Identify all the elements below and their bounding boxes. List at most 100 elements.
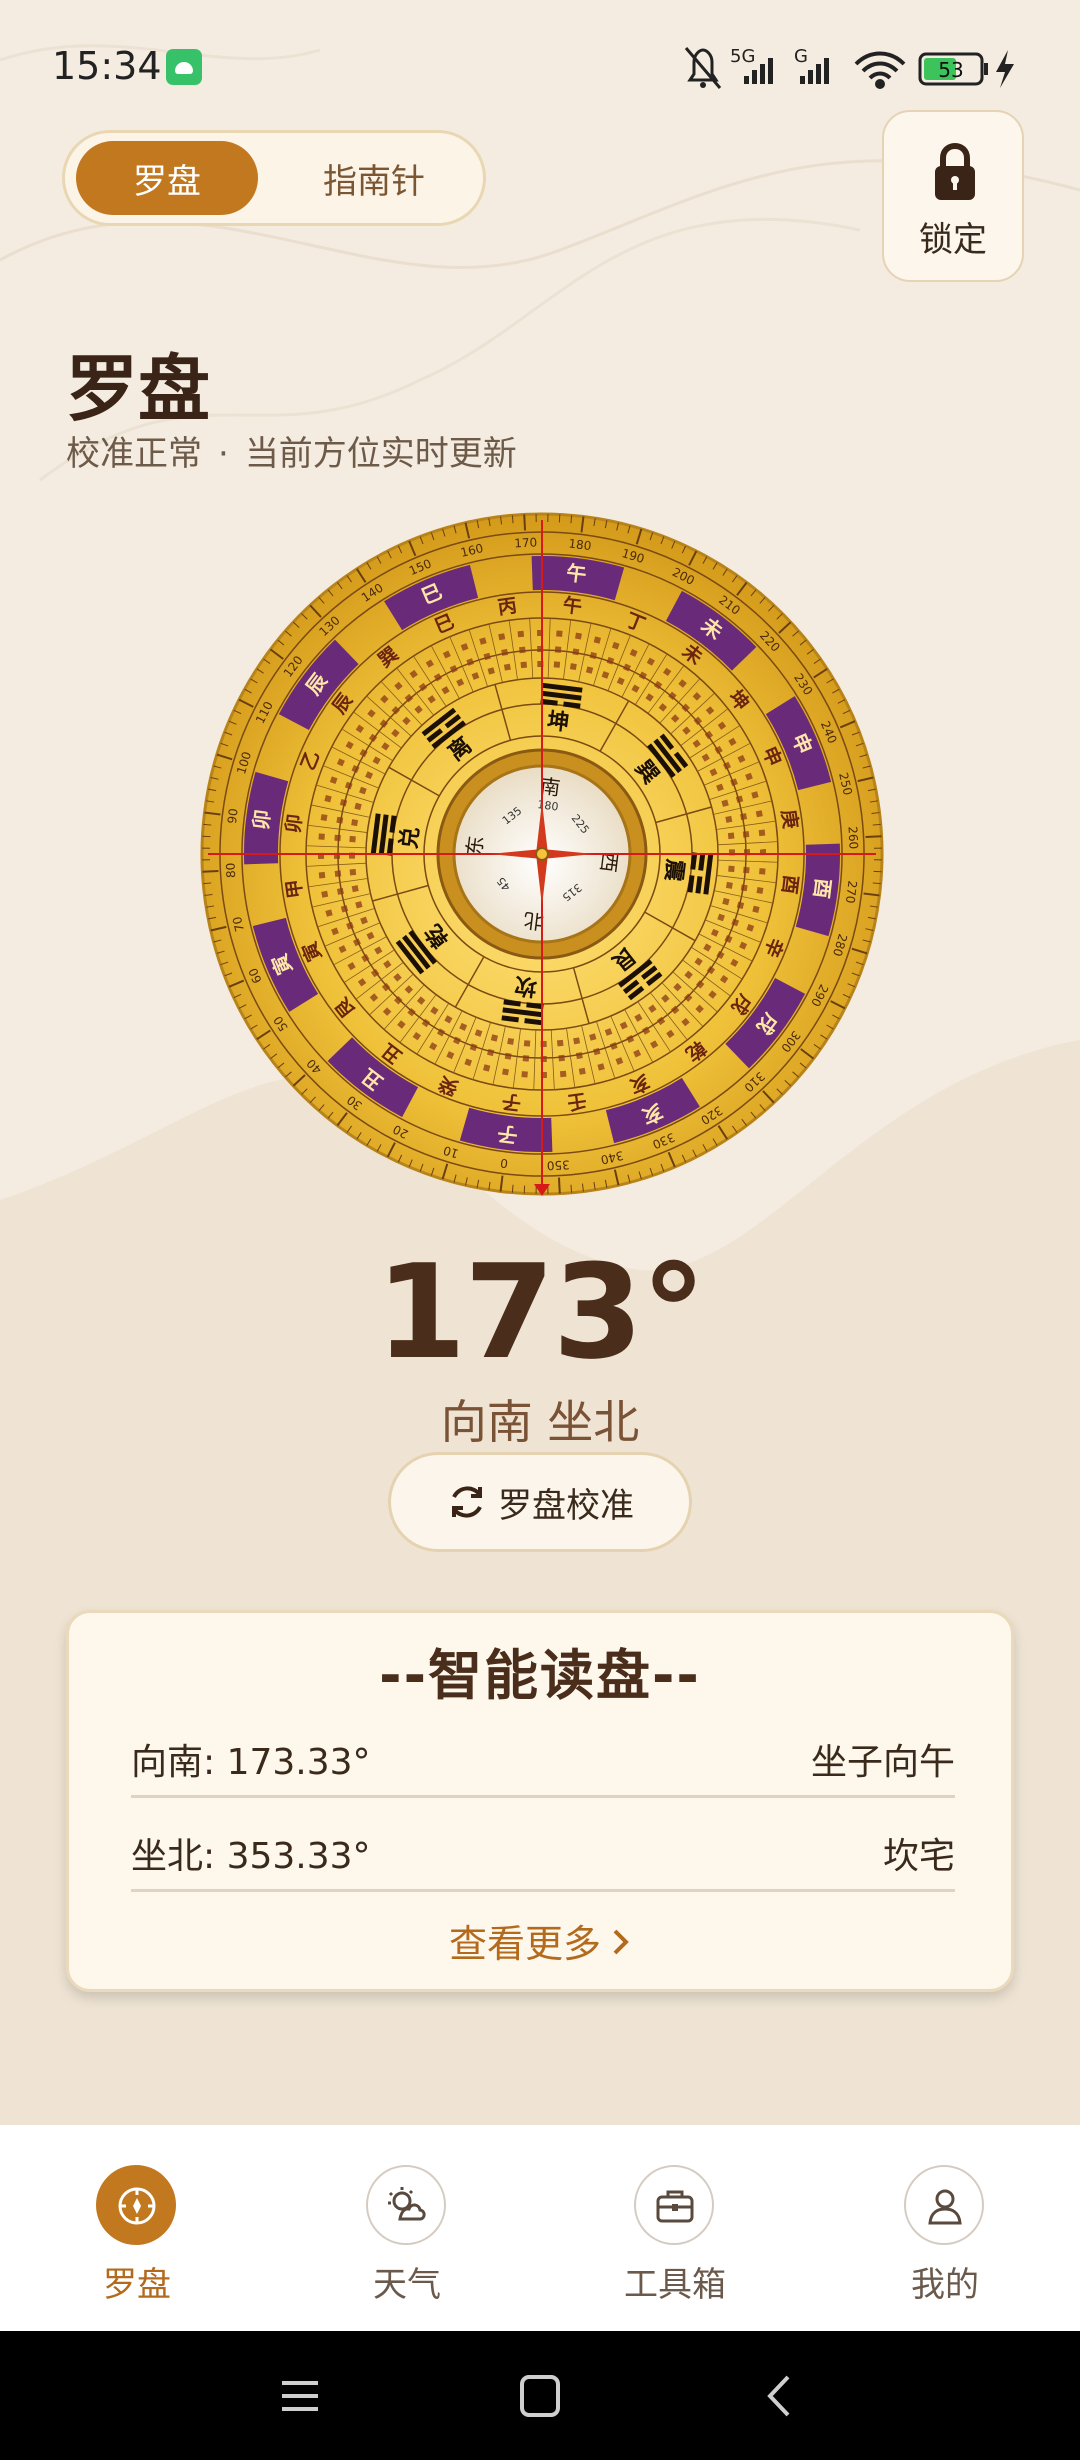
reading-row-facing: 向南: 173.33° 坐子向午 <box>131 1705 955 1798</box>
calibrate-button[interactable]: 罗盘校准 <box>388 1452 692 1552</box>
outer-tick-label: 170 <box>514 535 538 550</box>
app-notification-icon <box>166 49 202 85</box>
lock-icon <box>935 142 975 200</box>
ring-glyph <box>569 663 577 671</box>
calibrate-label: 罗盘校准 <box>498 1485 634 1526</box>
smart-reading-card: --智能读盘-- 向南: 173.33° 坐子向午 坐北: 353.33° 坎宅… <box>66 1610 1014 1992</box>
battery-icon: 53 <box>918 52 988 86</box>
ring-glyph <box>556 1039 564 1047</box>
mute-bell-icon <box>684 47 722 89</box>
back-icon[interactable] <box>750 2371 810 2421</box>
nav-item-toolbox[interactable]: 工具箱 <box>590 2165 760 2315</box>
outer-tick-label: 260 <box>845 826 860 850</box>
mode-tabs: 罗盘 指南针 <box>62 130 486 226</box>
page-subtitle: 校准正常 · 当前方位实时更新 <box>66 426 517 475</box>
house-type: 坎宅 <box>882 1836 955 1877</box>
ring-glyph <box>349 835 356 843</box>
nav-icon-wrap <box>634 2165 714 2245</box>
ring-glyph <box>517 630 525 638</box>
ring-glyph <box>740 813 748 821</box>
ring-glyph <box>740 884 748 892</box>
ring-glyph <box>742 831 750 838</box>
ring-glyph <box>572 648 580 656</box>
inner-degree-label: 180 <box>537 798 559 813</box>
highlight-mark: 酉 <box>809 877 835 900</box>
ring-glyph <box>559 1070 567 1078</box>
ring-glyph <box>351 885 359 893</box>
ring-glyph <box>755 810 763 818</box>
charging-icon <box>996 50 1014 88</box>
home-icon[interactable] <box>510 2371 570 2421</box>
ring-glyph <box>758 829 766 837</box>
view-more-link[interactable]: 查看更多 <box>69 1913 1011 1968</box>
mountain-label: 午 <box>562 593 584 618</box>
lock-button[interactable]: 锁定 <box>882 110 1024 282</box>
signal-label-1: 5G <box>730 46 755 67</box>
tab-luopan[interactable]: 罗盘 <box>76 141 258 215</box>
mountain-label: 卯 <box>282 813 306 835</box>
mountain-label: 子 <box>501 1090 523 1114</box>
ring-glyph <box>523 1040 531 1047</box>
mountain-label: 庚 <box>777 808 802 830</box>
calibration-status: 校准正常 <box>66 434 202 474</box>
nav-item-luopan[interactable]: 罗盘 <box>52 2165 222 2315</box>
ring-glyph <box>504 1052 512 1060</box>
ring-glyph <box>575 632 582 640</box>
ring-glyph <box>334 834 341 842</box>
heading-degree: 173° <box>375 1236 706 1388</box>
nav-icon-wrap <box>904 2165 984 2245</box>
ring-glyph <box>321 890 329 898</box>
trigram-label: 坎 <box>513 972 538 1000</box>
mountain-label: 丙 <box>496 595 518 619</box>
page-title: 罗盘 <box>66 347 211 431</box>
ring-glyph <box>554 646 562 653</box>
ring-glyph <box>503 663 511 671</box>
direction-text: 向南 坐北 <box>440 1395 640 1449</box>
signal-label-2: G <box>794 46 808 67</box>
ring-glyph <box>521 1071 528 1078</box>
ring-glyph <box>573 1037 581 1045</box>
ring-glyph <box>336 887 344 895</box>
ring-glyph <box>336 816 344 824</box>
ring-glyph <box>507 1037 515 1045</box>
status-time: 15:34 <box>52 44 162 88</box>
refresh-icon <box>452 1486 482 1518</box>
chevron-right-icon <box>613 1929 629 1955</box>
mountain-label: 酉 <box>778 874 802 896</box>
ring-glyph <box>578 1067 586 1075</box>
ring-glyph <box>725 815 733 823</box>
ring-glyph <box>318 871 326 879</box>
nav-label: 我的 <box>911 2265 979 2305</box>
subtitle-separator: · <box>218 434 229 474</box>
tab-compass[interactable]: 指南针 <box>283 141 465 215</box>
outer-tick-label: 180 <box>568 536 592 553</box>
weather-icon <box>388 2187 426 2221</box>
toolbox-icon <box>656 2190 694 2223</box>
ring-glyph <box>501 648 509 656</box>
ring-glyph <box>725 881 733 889</box>
mountain-label: 甲 <box>283 878 307 900</box>
status-icons: 5G G 53 <box>684 46 1014 89</box>
nav-label: 工具箱 <box>624 2265 726 2305</box>
ring-glyph <box>756 887 764 894</box>
ring-glyph <box>498 633 506 641</box>
lock-label: 锁定 <box>919 220 987 260</box>
update-hint: 当前方位实时更新 <box>244 434 517 474</box>
ring-glyph <box>558 1054 565 1062</box>
bottom-nav: 罗盘 天气 工具箱 我的 <box>0 2125 1080 2331</box>
facing-degree: 向南: 173.33° <box>131 1742 371 1783</box>
ring-glyph <box>349 868 357 876</box>
ring-glyph <box>320 814 328 821</box>
menu-icon[interactable] <box>270 2371 330 2421</box>
nav-item-mine[interactable]: 我的 <box>860 2165 1030 2315</box>
luopan-compass[interactable]: 0102030405060708090100110120130140150160… <box>200 512 884 1196</box>
nav-item-weather[interactable]: 天气 <box>322 2165 492 2315</box>
ring-glyph <box>727 832 735 840</box>
ring-glyph <box>743 866 750 874</box>
nav-icon-wrap <box>366 2165 446 2245</box>
ring-glyph <box>334 870 342 877</box>
reading-row-sitting: 坐北: 353.33° 坎宅 <box>131 1799 955 1892</box>
ring-glyph <box>519 646 526 654</box>
system-nav-bar <box>0 2331 1080 2460</box>
nav-label: 罗盘 <box>103 2265 171 2305</box>
